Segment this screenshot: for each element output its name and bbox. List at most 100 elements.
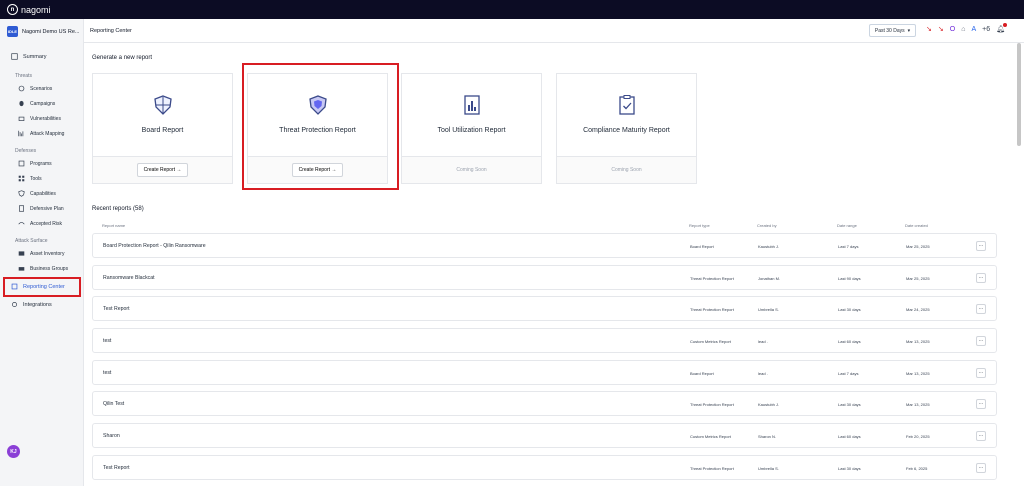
page-header: Reporting Center Past 30 Days ▾ ↘ ↘ O ⌂ … (84, 19, 1024, 43)
card-name: Tool Utilization Report (437, 127, 506, 134)
vulnerabilities-icon (18, 116, 25, 121)
attack-mapping-icon (18, 130, 24, 137)
column-header: Date created (905, 223, 928, 228)
sidebar-item-integrations[interactable]: Integrations (11, 301, 52, 308)
report-created-cell: Mar 13, 2025 (906, 402, 930, 407)
vendor-icon-2[interactable]: ↘ (938, 25, 944, 33)
coming-soon-label: Coming Soon (611, 167, 642, 173)
vendor-icon-1[interactable]: ↘ (926, 25, 932, 33)
bell-icon[interactable]: 🔔︎ (996, 23, 1007, 33)
date-range-select[interactable]: Past 30 Days ▾ (869, 24, 916, 37)
sidebar-item-campaigns[interactable]: Campaigns (18, 100, 55, 107)
app-logo[interactable]: n nagomi (7, 4, 51, 15)
report-name-cell[interactable]: Test Report (103, 306, 130, 312)
more-actions-button[interactable]: ... (976, 431, 986, 441)
azure-icon[interactable]: A (971, 26, 976, 33)
sidebar-item-programs[interactable]: Programs (18, 160, 52, 167)
sidebar-item-tools[interactable]: Tools (18, 175, 42, 182)
sidebar-label-integrations: Integrations (23, 301, 52, 308)
generate-title: Generate a new report (92, 55, 153, 61)
more-actions-button[interactable]: ... (976, 336, 986, 346)
report-name-cell[interactable]: Sharon (103, 433, 120, 439)
sidebar-item-accepted-risk[interactable]: Accepted Risk (18, 220, 62, 227)
report-created-cell: Mar 13, 2025 (906, 371, 930, 376)
report-name-cell[interactable]: test (103, 338, 111, 344)
table-header: Report name Report type Created by Date … (92, 223, 997, 233)
scrollbar[interactable] (1017, 43, 1021, 146)
more-actions-button[interactable]: ... (976, 241, 986, 251)
table-row[interactable]: test Custom Metrics Report lead . Last 60 d… (92, 328, 997, 353)
page-title: Reporting Center (90, 28, 132, 34)
more-integrations-icon[interactable]: +6 (982, 26, 990, 33)
column-header: Report type (689, 223, 710, 228)
report-by-cell: Umbrella S. (758, 466, 779, 471)
table-row[interactable]: Qilin Test Threat Protection Report Kaustu… (92, 391, 997, 416)
sidebar-item-business-groups[interactable]: Business Groups (18, 265, 68, 272)
report-by-cell: lead . (758, 339, 768, 344)
more-actions-button[interactable]: ... (976, 463, 986, 473)
vendor-icon-3[interactable]: O (950, 26, 955, 33)
table-row[interactable]: Test Report Threat Protection Report Umbre… (92, 455, 997, 480)
card-name: Board Report (141, 127, 184, 134)
table-row[interactable]: Test Report Threat Protection Report Umbre… (92, 296, 997, 321)
report-range-cell: Last 30 days (838, 402, 861, 407)
report-by-cell: Kaustubh J. (758, 244, 780, 249)
more-actions-button[interactable]: ... (976, 304, 986, 314)
sidebar-item-defensive-plan[interactable]: Defensive Plan (18, 205, 64, 212)
sidebar-item-scenarios[interactable]: Scenarios (18, 85, 52, 92)
report-type-cell: Board Report (690, 371, 714, 376)
bar-chart-icon (463, 95, 480, 115)
sidebar-item-summary[interactable]: Summary (11, 53, 47, 60)
table-row[interactable]: Ransomware Blackcat Threat Protection Rep… (92, 265, 997, 290)
reporting-center-icon (11, 283, 18, 290)
more-actions-button[interactable]: ... (976, 368, 986, 378)
report-name-cell[interactable]: Board Protection Report - Qilin Ransomwa… (103, 243, 206, 249)
business-groups-icon (18, 267, 25, 271)
sidebar-item-reporting-center[interactable]: Reporting Center (11, 283, 65, 290)
card-name: Compliance Maturity Report (583, 127, 670, 134)
report-name-cell[interactable]: test (103, 370, 111, 376)
card-board-report[interactable]: Board Report Create Report → (92, 73, 233, 184)
more-actions-button[interactable]: ... (976, 399, 986, 409)
sidebar-label-attack-mapping: Attack Mapping (30, 130, 65, 137)
sidebar-item-vulnerabilities[interactable]: Vulnerabilities (18, 115, 61, 122)
report-created-cell: Mar 25, 2025 (906, 244, 930, 249)
sidebar-label-capabilities: Capabilities (30, 190, 56, 197)
scenarios-icon (18, 85, 25, 92)
report-created-cell: Mar 13, 2025 (906, 339, 930, 344)
header-icons: ↘ ↘ O ⌂ A +6 🔔︎ (926, 23, 1007, 33)
sidebar-label-tools: Tools (30, 175, 42, 182)
vendor-icon-4[interactable]: ⌂ (961, 26, 965, 33)
sidebar-item-attack-mapping[interactable]: Attack Mapping (18, 130, 64, 137)
card-compliance-maturity-report[interactable]: Compliance Maturity Report Coming Soon (556, 73, 697, 184)
report-created-cell: Feb 20, 2025 (906, 434, 930, 439)
table-row[interactable]: Sharon Custom Metrics Report Sharon N. Last… (92, 423, 997, 448)
org-name: Nagomi Demo US Re... (22, 28, 80, 35)
avatar[interactable]: KJ (7, 445, 20, 458)
report-by-cell: Sharon N. (758, 434, 777, 439)
card-highlight (242, 63, 399, 190)
report-range-cell: Last 90 days (838, 276, 861, 281)
column-header: Created by (757, 223, 777, 228)
card-tool-utilization-report[interactable]: Tool Utilization Report Coming Soon (401, 73, 542, 184)
date-range-value: Past 30 Days (874, 27, 905, 34)
report-by-cell: lead . (758, 371, 768, 376)
programs-icon (18, 160, 25, 167)
sidebar-item-asset-inventory[interactable]: Asset Inventory (18, 250, 64, 257)
table-row[interactable]: test Board Report lead . Last 7 days Mar 13,… (92, 360, 997, 385)
report-name-cell[interactable]: Ransomware Blackcat (103, 275, 155, 281)
section-threats: Threats (15, 73, 32, 79)
bug-icon (19, 100, 24, 107)
report-name-cell[interactable]: Test Report (103, 465, 130, 471)
report-range-cell: Last 60 days (838, 339, 861, 344)
report-by-cell: Kaustubh J. (758, 402, 780, 407)
sidebar-item-capabilities[interactable]: Capabilities (18, 190, 56, 197)
table-row[interactable]: Board Protection Report - Qilin Ransomwa… (92, 233, 997, 258)
create-report-button[interactable]: Create Report → (136, 163, 189, 177)
sidebar-label-scenarios: Scenarios (30, 85, 53, 92)
more-actions-button[interactable]: ... (976, 273, 986, 283)
logo-text: nagomi (21, 4, 51, 15)
report-name-cell[interactable]: Qilin Test (103, 401, 124, 407)
org-switcher[interactable]: IDLE Nagomi Demo US Re... (7, 26, 79, 37)
sidebar-label-accepted-risk: Accepted Risk (30, 220, 62, 227)
